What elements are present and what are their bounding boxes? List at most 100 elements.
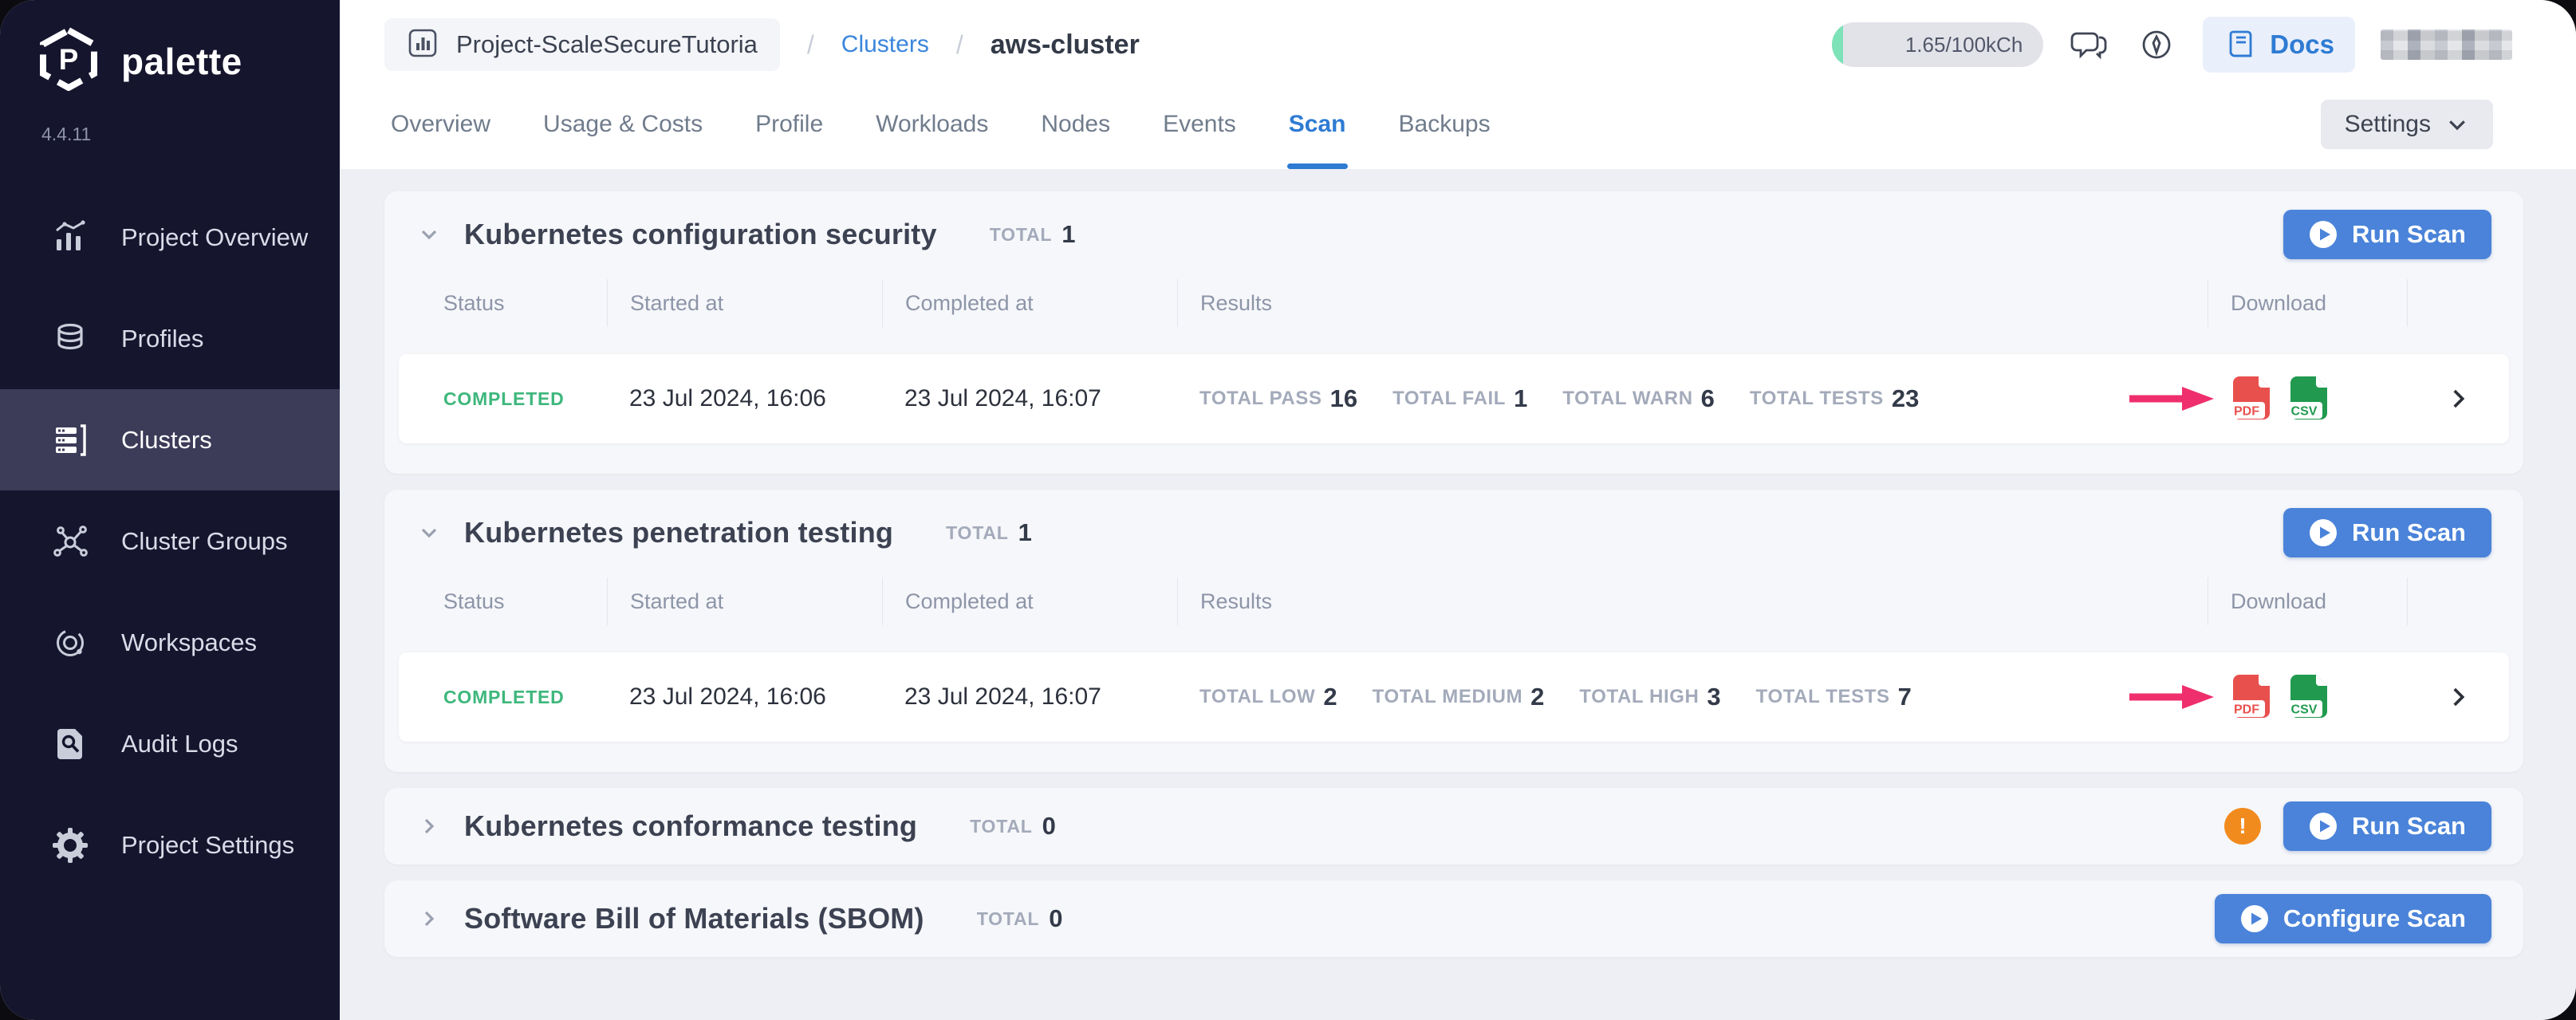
play-icon bbox=[2309, 220, 2338, 249]
section-config-security: Kubernetes configuration security TOTAL … bbox=[384, 191, 2523, 474]
sidebar: P palette 4.4.11 Project Overview bbox=[0, 0, 340, 1020]
table-header-row: Status Started at Completed at Results D… bbox=[399, 577, 2509, 625]
collapse-chevron-right-icon[interactable] bbox=[416, 813, 442, 839]
tab-scan[interactable]: Scan bbox=[1289, 80, 1346, 169]
sidebar-item-label: Audit Logs bbox=[121, 730, 238, 758]
run-scan-button[interactable]: Run Scan bbox=[2283, 210, 2491, 259]
sidebar-item-label: Project Overview bbox=[121, 223, 308, 252]
tab-profile[interactable]: Profile bbox=[755, 80, 823, 169]
tab-events[interactable]: Events bbox=[1163, 80, 1236, 169]
network-nodes-icon bbox=[51, 522, 89, 561]
started-at-value: 23 Jul 2024, 16:06 bbox=[607, 385, 882, 412]
sidebar-item-project-settings[interactable]: Project Settings bbox=[0, 794, 340, 896]
compass-explore-button[interactable] bbox=[2136, 24, 2177, 65]
stat-total-low: TOTAL LOW2 bbox=[1199, 683, 1337, 711]
column-results: Results bbox=[1177, 577, 2208, 625]
sidebar-item-audit-logs[interactable]: Audit Logs bbox=[0, 693, 340, 794]
configure-scan-button[interactable]: Configure Scan bbox=[2215, 894, 2491, 943]
row-chevron-right-icon[interactable] bbox=[2444, 683, 2472, 711]
credits-usage-badge[interactable]: 1.65/100kCh bbox=[1832, 22, 2043, 67]
play-icon bbox=[2309, 812, 2338, 841]
section-penetration-testing: Kubernetes penetration testing TOTAL 1 R… bbox=[384, 490, 2523, 772]
collapse-chevron-down-icon[interactable] bbox=[416, 222, 442, 247]
scan-result-row: COMPLETED 23 Jul 2024, 16:06 23 Jul 2024… bbox=[399, 354, 2509, 443]
download-pdf-icon[interactable]: PDF bbox=[2228, 673, 2275, 721]
collapse-chevron-down-icon[interactable] bbox=[416, 520, 442, 545]
section-total: TOTAL 1 bbox=[946, 518, 1032, 547]
sidebar-item-label: Workspaces bbox=[121, 628, 257, 657]
sidebar-item-clusters[interactable]: Clusters bbox=[0, 389, 340, 490]
topbar-actions: 1.65/100kCh bbox=[1832, 17, 2512, 73]
section-header: Kubernetes penetration testing TOTAL 1 R… bbox=[399, 490, 2509, 576]
sidebar-item-label: Project Settings bbox=[121, 831, 294, 860]
started-at-value: 23 Jul 2024, 16:06 bbox=[607, 683, 882, 711]
download-csv-icon[interactable]: CSV bbox=[2286, 375, 2332, 423]
run-scan-button[interactable]: Run Scan bbox=[2283, 508, 2491, 557]
tab-workloads[interactable]: Workloads bbox=[876, 80, 988, 169]
sidebar-item-label: Profiles bbox=[121, 325, 203, 353]
row-chevron-right-icon[interactable] bbox=[2444, 385, 2472, 412]
user-menu-redacted[interactable] bbox=[2381, 30, 2512, 60]
breadcrumb-clusters-link[interactable]: Clusters bbox=[841, 31, 929, 58]
stat-total-medium: TOTAL MEDIUM2 bbox=[1373, 683, 1545, 711]
play-icon bbox=[2240, 904, 2269, 933]
scan-result-row: COMPLETED 23 Jul 2024, 16:06 23 Jul 2024… bbox=[399, 652, 2509, 742]
download-csv-icon[interactable]: CSV bbox=[2286, 673, 2332, 721]
breadcrumb-separator: / bbox=[807, 30, 814, 60]
tab-usage-costs[interactable]: Usage & Costs bbox=[543, 80, 703, 169]
sidebar-item-profiles[interactable]: Profiles bbox=[0, 288, 340, 389]
tab-nodes[interactable]: Nodes bbox=[1041, 80, 1110, 169]
app-version: 4.4.11 bbox=[0, 95, 340, 145]
warning-icon[interactable]: ! bbox=[2224, 808, 2261, 845]
run-scan-button[interactable]: Run Scan bbox=[2283, 801, 2491, 851]
palette-logo-icon: P bbox=[37, 27, 100, 95]
completed-at-value: 23 Jul 2024, 16:07 bbox=[882, 683, 1177, 711]
section-header: Kubernetes configuration security TOTAL … bbox=[399, 191, 2509, 278]
svg-text:PDF: PDF bbox=[2234, 703, 2259, 717]
section-conformance-testing: Kubernetes conformance testing TOTAL 0 !… bbox=[384, 788, 2523, 864]
sidebar-item-project-overview[interactable]: Project Overview bbox=[0, 187, 340, 288]
table-header-row: Status Started at Completed at Results D… bbox=[399, 279, 2509, 327]
annotation-arrow-icon bbox=[2125, 681, 2219, 713]
project-selector[interactable]: Project-ScaleSecureTutoria bbox=[384, 18, 780, 71]
download-pdf-icon[interactable]: PDF bbox=[2228, 375, 2275, 423]
chevron-down-icon bbox=[2445, 112, 2469, 136]
docs-label: Docs bbox=[2270, 30, 2334, 60]
collapse-chevron-right-icon[interactable] bbox=[416, 906, 442, 931]
sidebar-item-label: Cluster Groups bbox=[121, 527, 287, 556]
sidebar-item-workspaces[interactable]: Workspaces bbox=[0, 592, 340, 693]
breadcrumb-separator: / bbox=[956, 30, 963, 60]
credits-value: 1.65/100kCh bbox=[1905, 33, 2023, 57]
stat-total-pass: TOTAL PASS16 bbox=[1199, 384, 1357, 413]
project-name: Project-ScaleSecureTutoria bbox=[456, 30, 758, 59]
project-chart-icon bbox=[407, 27, 439, 63]
column-download: Download bbox=[2208, 279, 2407, 327]
stat-total-warn: TOTAL WARN6 bbox=[1562, 384, 1715, 413]
stat-total-tests: TOTAL TESTS23 bbox=[1750, 384, 1919, 413]
section-title: Kubernetes conformance testing bbox=[464, 809, 917, 843]
column-status: Status bbox=[443, 279, 607, 327]
download-cell: PDF CSV bbox=[2208, 375, 2407, 423]
sidebar-nav: Project Overview Profiles bbox=[0, 187, 340, 896]
play-icon bbox=[2309, 518, 2338, 547]
results-cell: TOTAL LOW2 TOTAL MEDIUM2 TOTAL HIGH3 TOT… bbox=[1177, 681, 2208, 713]
download-cell: PDF CSV bbox=[2208, 673, 2407, 721]
sidebar-item-label: Clusters bbox=[121, 426, 212, 455]
tab-backups[interactable]: Backups bbox=[1399, 80, 1491, 169]
gear-icon bbox=[51, 826, 89, 864]
settings-dropdown-button[interactable]: Settings bbox=[2321, 100, 2493, 149]
tab-overview[interactable]: Overview bbox=[391, 80, 490, 169]
sidebar-item-cluster-groups[interactable]: Cluster Groups bbox=[0, 490, 340, 592]
cluster-tabs-bar: Overview Usage & Costs Profile Workloads… bbox=[340, 80, 2576, 169]
docs-button[interactable]: Docs bbox=[2203, 17, 2355, 73]
svg-text:CSV: CSV bbox=[2291, 405, 2318, 419]
settings-label: Settings bbox=[2345, 111, 2431, 138]
book-icon bbox=[2223, 27, 2259, 62]
svg-text:P: P bbox=[59, 43, 79, 76]
chat-feedback-button[interactable] bbox=[2069, 24, 2110, 65]
column-results: Results bbox=[1177, 279, 2208, 327]
main-area: Project-ScaleSecureTutoria / Clusters / … bbox=[340, 0, 2576, 1020]
column-status: Status bbox=[443, 577, 607, 625]
section-total: TOTAL 0 bbox=[970, 812, 1056, 841]
layers-stack-icon bbox=[51, 320, 89, 358]
